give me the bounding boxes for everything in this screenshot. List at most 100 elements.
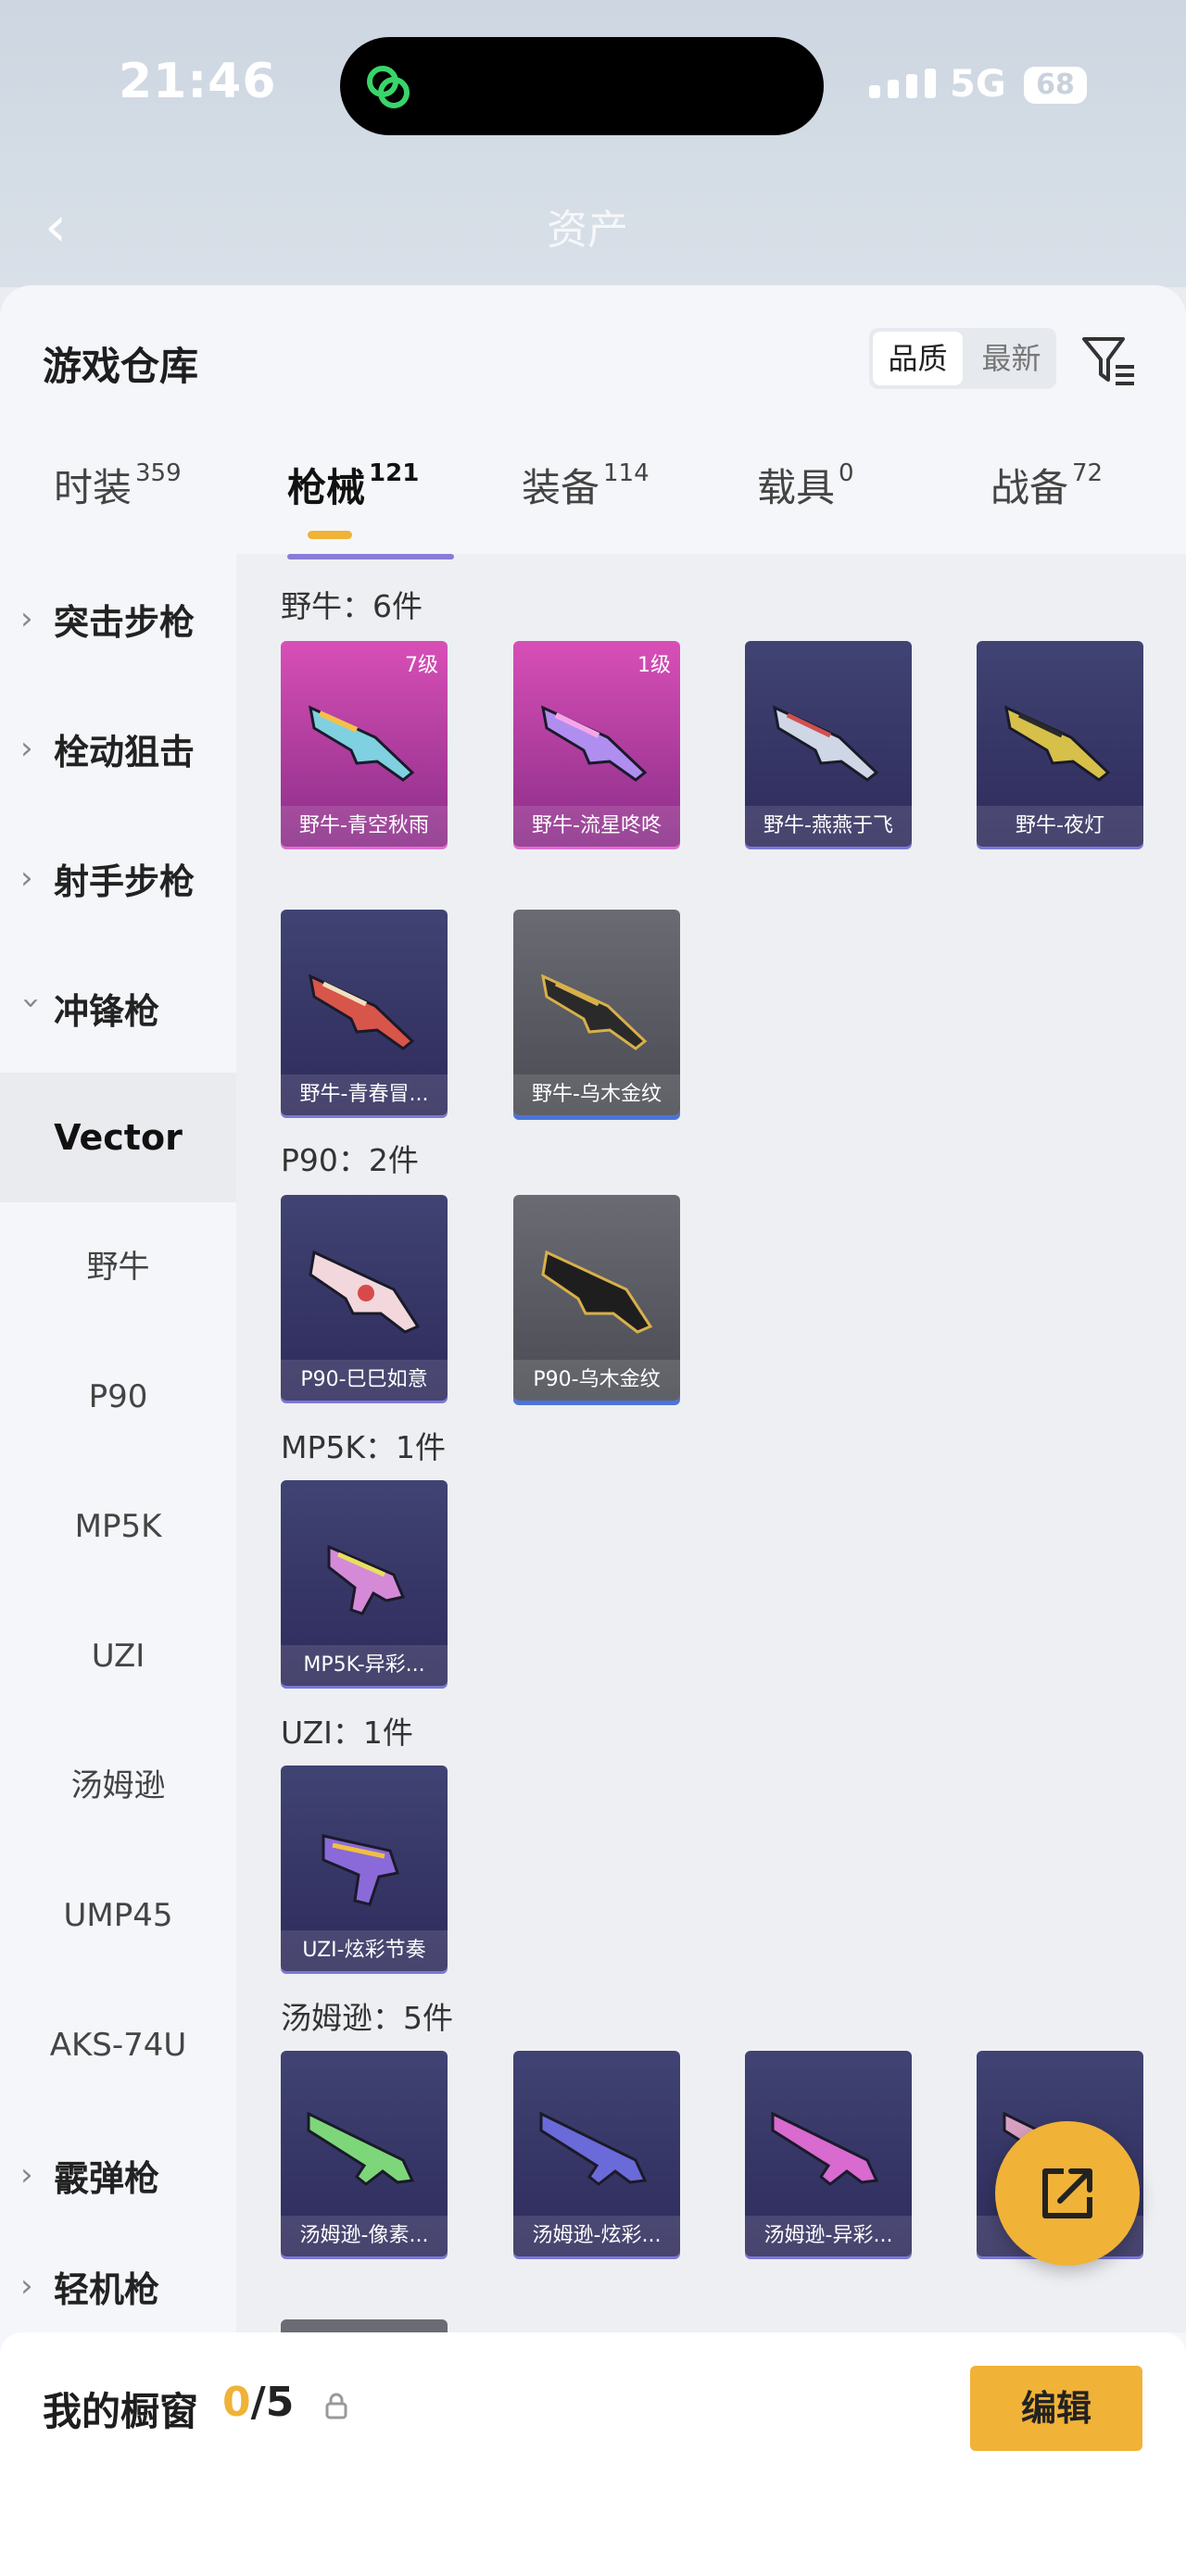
showcase-bar: 我的橱窗 0/5 编辑 bbox=[0, 2332, 1186, 2576]
gun-image-icon bbox=[1004, 705, 1111, 782]
scroll-edge-card bbox=[287, 554, 454, 559]
skin-name: 汤姆逊-像素... bbox=[281, 2216, 448, 2256]
tab-equipment[interactable]: 装备 114 bbox=[522, 457, 650, 513]
sort-quality-button[interactable]: 品质 bbox=[873, 332, 963, 385]
chevron-right-icon: › bbox=[20, 860, 33, 897]
weapon-sidebar: › 突击步枪 › 栓动狙击 › 射手步枪 › 冲锋枪 Vector 野牛 P90 MP5… bbox=[0, 554, 236, 2332]
sidebar-sub-item[interactable]: AKS-74U bbox=[0, 1980, 236, 2110]
sort-newest-button[interactable]: 最新 bbox=[966, 328, 1056, 389]
status-bar: 21:46 5G 68 ‹ 资产 bbox=[0, 0, 1186, 287]
lock-icon bbox=[325, 2393, 347, 2419]
skin-card[interactable]: 野牛-乌木金纹 bbox=[513, 910, 680, 1115]
sidebar-sub-item[interactable]: UZI bbox=[0, 1591, 236, 1721]
tab-count: 121 bbox=[369, 459, 420, 487]
skin-card[interactable]: MP5K-异彩... bbox=[281, 1480, 448, 1686]
skin-card[interactable]: 汤姆逊-像素... bbox=[281, 2051, 448, 2256]
sidebar-item-label: 射手步枪 bbox=[54, 861, 196, 902]
sidebar-item-smg[interactable]: › 冲锋枪 bbox=[0, 943, 236, 1073]
gun-image-icon bbox=[322, 1834, 399, 1906]
share-button[interactable] bbox=[995, 2121, 1140, 2266]
sidebar-item-label: 霰弹枪 bbox=[54, 2157, 160, 2199]
skin-name: P90-巳巳如意 bbox=[281, 1360, 448, 1401]
tab-label: 枪械 bbox=[287, 465, 366, 510]
group-title: MP5K：1件 bbox=[281, 1429, 447, 1465]
skin-name: 汤姆逊-异彩... bbox=[745, 2216, 912, 2256]
share-icon bbox=[1042, 2168, 1092, 2218]
skin-card[interactable]: 野牛-青春冒... bbox=[281, 910, 448, 1115]
sidebar-item-lmg[interactable]: › 轻机枪 bbox=[0, 2240, 236, 2332]
tab-label: 战备 bbox=[990, 465, 1069, 510]
sidebar-sub-item[interactable]: 汤姆逊 bbox=[0, 1721, 236, 1851]
gun-image-icon bbox=[541, 1250, 653, 1334]
group-title: 野牛：6件 bbox=[281, 588, 423, 624]
gun-image-icon bbox=[539, 2111, 648, 2186]
page-title: 资产 bbox=[547, 207, 628, 254]
edit-button[interactable]: 编辑 bbox=[970, 2366, 1142, 2451]
network-type: 5G bbox=[950, 63, 1006, 106]
battery-icon: 68 bbox=[1024, 67, 1087, 104]
chevron-down-icon: › bbox=[13, 997, 50, 1010]
tab-fashion[interactable]: 时装 359 bbox=[54, 457, 182, 513]
skin-card[interactable]: 7级 野牛-青空秋雨 bbox=[281, 641, 448, 847]
tab-supplies[interactable]: 战备 72 bbox=[990, 457, 1103, 513]
skin-grid: 野牛：6件 7级 野牛-青空秋雨 1级 野牛-流星咚咚 野牛-燕燕于飞 野牛-夜… bbox=[236, 554, 1186, 2332]
tab-label: 载具 bbox=[757, 465, 836, 510]
tab-count: 359 bbox=[135, 459, 182, 487]
sidebar-item-shotgun[interactable]: › 霰弹枪 bbox=[0, 2110, 236, 2240]
sidebar-sub-item[interactable]: P90 bbox=[0, 1332, 236, 1462]
gun-image-icon bbox=[307, 2111, 415, 2186]
sidebar-sub-item[interactable]: MP5K bbox=[0, 1462, 236, 1591]
skin-card[interactable]: P90-乌木金纹 bbox=[513, 1195, 680, 1401]
gun-image-icon bbox=[327, 1544, 406, 1615]
chevron-right-icon: › bbox=[20, 2268, 33, 2305]
skin-name: 野牛-夜灯 bbox=[977, 806, 1143, 847]
chevron-right-icon: › bbox=[20, 2156, 33, 2193]
skin-name: 野牛-乌木金纹 bbox=[513, 1074, 680, 1115]
skin-card[interactable]: 野牛-燕燕于飞 bbox=[745, 641, 912, 847]
skin-card[interactable]: 1级 野牛-流星咚咚 bbox=[513, 641, 680, 847]
signal-icon bbox=[869, 69, 936, 98]
skin-name: 野牛-流星咚咚 bbox=[513, 806, 680, 847]
sidebar-item-dmr[interactable]: › 射手步枪 bbox=[0, 813, 236, 943]
skin-name: UZI-炫彩节奏 bbox=[281, 1930, 448, 1971]
skin-card[interactable]: P90-巳巳如意 bbox=[281, 1195, 448, 1401]
showcase-count-total: /5 bbox=[250, 2379, 295, 2426]
showcase-count-current: 0 bbox=[222, 2379, 251, 2426]
dynamic-island bbox=[340, 37, 824, 135]
gun-image-icon bbox=[309, 705, 415, 782]
chevron-right-icon: › bbox=[20, 730, 33, 767]
tab-active-indicator bbox=[308, 531, 352, 539]
chevron-right-icon: › bbox=[20, 600, 33, 637]
skin-name: 野牛-燕燕于飞 bbox=[745, 806, 912, 847]
group-title: P90：2件 bbox=[281, 1142, 419, 1178]
sidebar-sub-item[interactable]: 野牛 bbox=[0, 1202, 236, 1332]
filter-icon[interactable] bbox=[1080, 333, 1138, 389]
sidebar-item-bolt-sniper[interactable]: › 栓动狙击 bbox=[0, 684, 236, 813]
skin-card[interactable]: 野牛-夜灯 bbox=[977, 641, 1143, 847]
gun-image-icon bbox=[309, 974, 415, 1050]
sidebar-item-assault-rifle[interactable]: › 突击步枪 bbox=[0, 554, 236, 684]
skin-name: MP5K-异彩... bbox=[281, 1645, 448, 1686]
skin-card[interactable]: 汤姆逊-异彩... bbox=[745, 2051, 912, 2256]
group-title: UZI：1件 bbox=[281, 1715, 413, 1751]
tab-vehicles[interactable]: 载具 0 bbox=[757, 457, 854, 513]
category-tabs: 时装 359 枪械 121 装备 114 载具 0 战备 72 bbox=[0, 457, 1186, 559]
back-button[interactable]: ‹ bbox=[44, 195, 67, 259]
sidebar-sub-vector[interactable]: Vector bbox=[0, 1073, 236, 1202]
link-app-icon bbox=[367, 66, 410, 108]
partial-card bbox=[281, 2319, 448, 2332]
tab-label: 时装 bbox=[54, 465, 132, 510]
tab-label: 装备 bbox=[522, 465, 600, 510]
sidebar-item-label: 冲锋枪 bbox=[54, 990, 160, 1032]
sidebar-item-label: 突击步枪 bbox=[54, 601, 196, 643]
sidebar-item-label: 栓动狙击 bbox=[54, 731, 196, 773]
skin-card[interactable]: 汤姆逊-炫彩... bbox=[513, 2051, 680, 2256]
tab-count: 0 bbox=[839, 459, 854, 487]
gun-image-icon bbox=[309, 1250, 421, 1334]
status-time: 21:46 bbox=[119, 54, 277, 109]
gun-image-icon bbox=[771, 2111, 879, 2186]
tab-count: 114 bbox=[603, 459, 650, 487]
sidebar-sub-item[interactable]: UMP45 bbox=[0, 1851, 236, 1980]
tab-firearms[interactable]: 枪械 121 bbox=[287, 457, 420, 539]
skin-card[interactable]: UZI-炫彩节奏 bbox=[281, 1766, 448, 1971]
